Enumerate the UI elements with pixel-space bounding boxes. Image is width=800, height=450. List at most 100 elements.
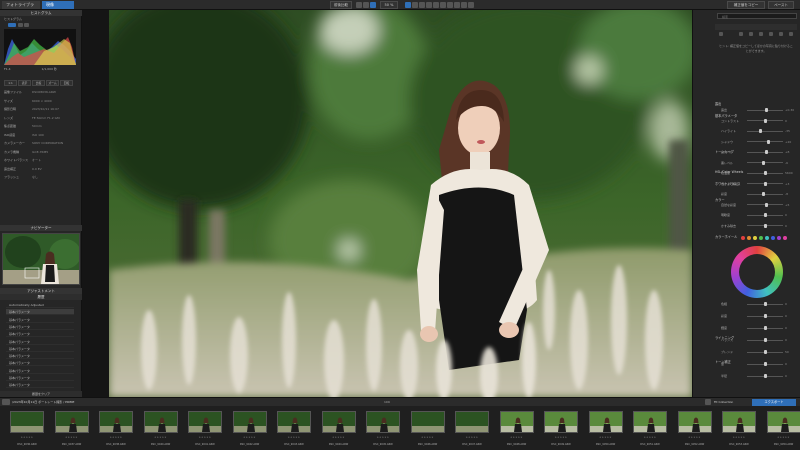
color-swatch[interactable] [747, 236, 751, 240]
filmstrip-thumbnail[interactable] [277, 411, 311, 433]
slider-value[interactable]: 0 [785, 326, 787, 330]
folder-path[interactable]: /2023年10月11日 ポートレート撮影 / PRIME [12, 399, 98, 406]
rating-stars[interactable]: ★★★★★ [366, 436, 400, 439]
slider-value[interactable]: 0 [785, 213, 787, 217]
slider-knob[interactable] [767, 139, 771, 144]
slider-knob[interactable] [764, 181, 768, 186]
color-swatch[interactable] [741, 236, 745, 240]
slider-knob[interactable] [763, 350, 767, 354]
filmstrip-thumbnail[interactable] [766, 411, 800, 433]
slider-value[interactable]: 50 [785, 350, 789, 354]
color-swatch[interactable] [753, 236, 757, 240]
slider-value[interactable]: +0.30 [785, 108, 794, 112]
slider-track[interactable] [747, 350, 783, 354]
slider-value[interactable]: 5600 [785, 171, 793, 175]
view-single-icon[interactable] [356, 2, 362, 8]
crop-icon[interactable] [405, 2, 411, 8]
slider-knob[interactable] [763, 314, 767, 318]
meta-icon[interactable] [789, 32, 793, 36]
slider-value[interactable]: 0 [785, 302, 787, 306]
slider-track[interactable] [747, 129, 783, 133]
section-header[interactable]: ライトニング [715, 336, 795, 341]
filmstrip-thumbnail[interactable] [321, 411, 356, 433]
rating-stars[interactable]: ★★★★★ [589, 436, 623, 439]
history-item[interactable]: 基本パラメータ [6, 331, 74, 338]
rating-stars[interactable]: ★★★★★ [188, 436, 222, 439]
color-swatch[interactable] [783, 236, 787, 240]
slider-value[interactable]: 0 [785, 224, 787, 228]
histogram-header[interactable]: ヒストグラム [0, 10, 82, 16]
info-icon[interactable] [468, 2, 474, 8]
rating-stars[interactable]: ★★★★★ [55, 436, 89, 439]
slider-knob[interactable] [765, 202, 769, 207]
copy-adjustments-button[interactable]: 補正値をコピー [727, 1, 765, 9]
rating-stars[interactable]: ★★★★★ [233, 436, 267, 439]
filmstrip-thumbnail[interactable] [455, 411, 489, 433]
slider-track[interactable] [747, 118, 783, 123]
color-swatch[interactable] [771, 236, 775, 240]
slider-knob[interactable] [763, 171, 767, 175]
detail-icon[interactable] [759, 32, 763, 36]
filmstrip-thumbnail[interactable] [10, 411, 44, 433]
red-channel-icon[interactable] [18, 23, 23, 27]
history-item[interactable]: 基本パラメータ [6, 317, 74, 323]
rating-stars[interactable]: ★★★★★ [144, 436, 178, 439]
text-icon[interactable] [461, 2, 467, 8]
rating-stars[interactable]: ★★★★★ [678, 436, 712, 439]
history-header[interactable]: 履歴 [0, 294, 82, 300]
tab-photo-library[interactable]: フォトライブラリ [2, 1, 40, 15]
eyedropper-icon[interactable] [447, 2, 453, 8]
history-item[interactable]: 基本パラメータ [6, 339, 74, 345]
rating-stars[interactable]: ★★★★★ [10, 436, 44, 439]
folder-icon[interactable] [2, 399, 10, 405]
slider-knob[interactable] [761, 192, 765, 196]
mode-button-2[interactable]: 表示 [18, 80, 31, 86]
effects-icon[interactable] [779, 32, 783, 36]
filmstrip-thumbnail[interactable] [544, 411, 578, 433]
mask-icon[interactable] [440, 2, 446, 8]
grid-icon[interactable] [705, 399, 711, 405]
history-item[interactable]: 基本パラメータ [6, 353, 74, 360]
slider-value[interactable]: 0 [785, 374, 787, 378]
mode-button-4[interactable]: ズーム [46, 80, 59, 86]
history-item[interactable]: 基本パラメータ [6, 324, 74, 330]
filmstrip-thumbnail[interactable] [99, 411, 133, 433]
search-input[interactable] [718, 15, 792, 19]
slider-knob[interactable] [763, 118, 767, 123]
history-item[interactable]: 基本パラメータ [6, 382, 74, 389]
rating-stars[interactable]: ★★★★★ [633, 436, 667, 439]
color-swatch[interactable] [777, 236, 781, 240]
slider-knob[interactable] [763, 326, 767, 330]
slider-value[interactable]: -35 [785, 129, 790, 133]
slider-value[interactable]: +5 [785, 203, 789, 207]
filmstrip-thumbnail[interactable] [232, 411, 267, 433]
slider-knob[interactable] [765, 108, 769, 112]
brush-icon[interactable] [426, 2, 432, 8]
slider-track[interactable] [747, 150, 783, 154]
filmstrip-thumbnail[interactable] [410, 411, 445, 433]
rating-stars[interactable]: ★★★★★ [322, 436, 356, 439]
filmstrip-thumbnail[interactable] [143, 411, 178, 433]
slider-track[interactable] [747, 139, 783, 144]
paste-button[interactable]: ペースト [768, 1, 794, 9]
gradient-icon[interactable] [433, 2, 439, 8]
slider-track[interactable] [747, 302, 783, 306]
rating-stars[interactable]: ★★★★★ [99, 436, 133, 439]
filmstrip-thumbnail[interactable] [54, 411, 89, 433]
filmstrip-thumbnail[interactable] [188, 411, 222, 433]
color-icon[interactable] [749, 32, 753, 36]
mode-button-3[interactable]: 比較 [32, 80, 45, 86]
slider-knob[interactable] [763, 213, 767, 217]
slider-knob[interactable] [763, 302, 767, 306]
filmstrip-thumbnail[interactable] [366, 411, 400, 433]
slider-value[interactable]: 0 [785, 119, 787, 123]
slider-track[interactable] [747, 171, 783, 175]
slider-value[interactable]: -6 [785, 161, 788, 165]
filmstrip-thumbnail[interactable] [722, 411, 756, 433]
rating-stars[interactable]: ★★★★★ [411, 436, 445, 439]
main-photo[interactable] [109, 10, 692, 397]
slider-value[interactable]: 0 [785, 314, 787, 318]
slider-track[interactable] [747, 374, 783, 378]
view-loupe-icon[interactable] [370, 2, 376, 8]
search-field[interactable] [717, 13, 797, 19]
